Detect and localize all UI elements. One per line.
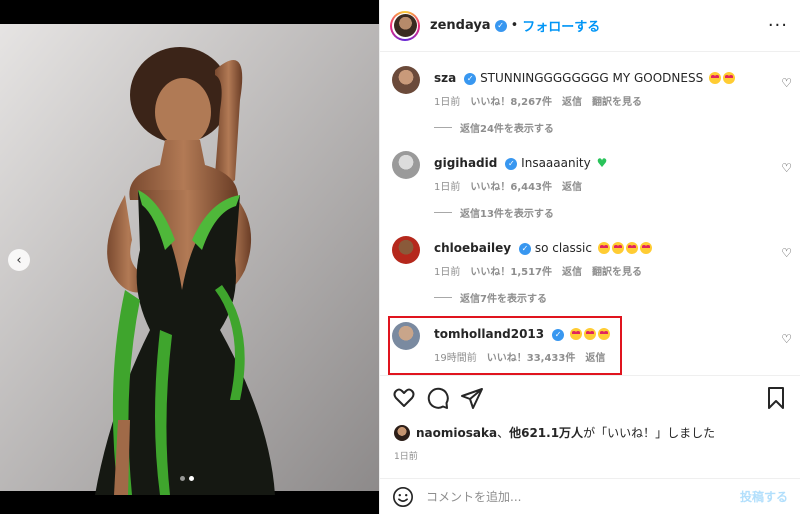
author-username[interactable]: zendaya xyxy=(430,18,491,33)
reply-button[interactable]: 返信 xyxy=(562,93,582,108)
commenter-avatar[interactable] xyxy=(392,322,420,350)
comment-username[interactable]: sza xyxy=(434,71,456,85)
comments-list: sza ✓ STUNNINGGGGGGGG MY GOODNESS 1日前 いいね… xyxy=(380,52,800,375)
comment-username[interactable]: tomholland2013 xyxy=(434,327,544,341)
heart-eyes-emoji-icon xyxy=(597,242,610,254)
heart-eyes-emoji-icon xyxy=(709,72,722,84)
share-send-icon[interactable] xyxy=(460,386,484,410)
post-header: zendaya ✓ • フォローする ··· xyxy=(380,0,800,52)
comment-item: tomholland2013 ✓ 19時間前 いいね！33,433件 返信 ♡ xyxy=(392,322,792,364)
verified-badge-icon: ✓ xyxy=(464,72,477,85)
post-actions-bar xyxy=(380,375,800,419)
comment-likes[interactable]: いいね！33,433件 xyxy=(487,349,576,364)
view-replies-button[interactable]: 返信13件を表示する xyxy=(434,205,554,220)
reply-button[interactable]: 返信 xyxy=(585,349,605,364)
commenter-avatar[interactable] xyxy=(392,236,420,264)
avatar-image xyxy=(393,14,417,37)
comment-like-icon[interactable]: ♡ xyxy=(781,332,792,346)
view-replies-label: 返信7件を表示する xyxy=(460,294,547,305)
comment-text: STUNNINGGGGGGGG MY GOODNESS xyxy=(480,71,704,85)
comment-time[interactable]: 1日前 xyxy=(434,178,460,193)
comment-time[interactable]: 19時間前 xyxy=(434,349,477,364)
comment-item: gigihadid ✓ Insaaaanity ♥ 1日前 いいね！6,443件 … xyxy=(392,151,792,193)
comment-likes[interactable]: いいね！8,267件 xyxy=(470,93,552,108)
comment-meta: 1日前 いいね！1,517件 返信 翻訳を見る xyxy=(434,263,766,278)
comment-likes[interactable]: いいね！6,443件 xyxy=(470,178,552,193)
comment-username[interactable]: chloebailey xyxy=(434,241,511,255)
divider xyxy=(434,212,452,213)
comment-username[interactable]: gigihadid xyxy=(434,156,497,170)
heart-eyes-emoji-icon xyxy=(639,242,652,254)
liker-username[interactable]: naomiosaka xyxy=(416,426,497,440)
carousel-dot-active xyxy=(189,476,194,481)
post-comment-button[interactable]: 投稿する xyxy=(740,488,788,505)
verified-badge-icon: ✓ xyxy=(505,157,518,170)
comment-like-icon[interactable]: ♡ xyxy=(781,246,792,260)
author-avatar[interactable] xyxy=(390,10,420,41)
post-timestamp[interactable]: 1日前 xyxy=(394,449,418,462)
view-replies-label: 返信24件を表示する xyxy=(460,124,554,135)
chevron-left-icon: ‹ xyxy=(16,252,22,268)
translate-button[interactable]: 翻訳を見る xyxy=(592,263,642,278)
likes-separator: 、 xyxy=(497,426,510,440)
comment-time[interactable]: 1日前 xyxy=(434,263,460,278)
likes-summary: naomiosaka 、 他621.1万人 が「いいね！」しました xyxy=(394,424,790,441)
comment-item: chloebailey ✓ so classic 1日前 いいね！1,517件 返… xyxy=(392,236,792,278)
post-photo: ‹ xyxy=(0,0,379,514)
heart-eyes-emoji-icon xyxy=(625,242,638,254)
follow-button[interactable]: フォローする xyxy=(522,16,600,35)
post-side-panel: zendaya ✓ • フォローする ··· sza ✓ STUNNINGGGGG… xyxy=(379,0,800,514)
comment-item: sza ✓ STUNNINGGGGGGGG MY GOODNESS 1日前 いいね… xyxy=(392,66,792,108)
divider xyxy=(434,297,452,298)
comment-like-icon[interactable]: ♡ xyxy=(781,76,792,90)
commenter-avatar[interactable] xyxy=(392,66,420,94)
comment-like-icon[interactable]: ♡ xyxy=(781,161,792,175)
carousel-prev-button[interactable]: ‹ xyxy=(8,249,30,271)
liker-avatar xyxy=(394,424,410,441)
comment-likes[interactable]: いいね！1,517件 xyxy=(470,263,552,278)
emoji-picker-icon[interactable] xyxy=(392,486,414,508)
divider xyxy=(434,127,452,128)
carousel-dot xyxy=(180,476,185,481)
comment-meta: 1日前 いいね！6,443件 返信 xyxy=(434,178,766,193)
comment-text: so classic xyxy=(534,241,592,255)
more-options-icon[interactable]: ··· xyxy=(768,15,788,36)
green-heart-emoji-icon: ♥ xyxy=(596,156,608,170)
likes-suffix: が「いいね！」しました xyxy=(583,426,716,440)
comment-input[interactable] xyxy=(426,489,740,504)
heart-eyes-emoji-icon xyxy=(583,328,596,340)
carousel-dots xyxy=(180,476,194,481)
comment-text: Insaaaanity xyxy=(521,156,591,170)
view-replies-button[interactable]: 返信7件を表示する xyxy=(434,290,547,305)
like-heart-icon[interactable] xyxy=(392,386,416,410)
heart-eyes-emoji-icon xyxy=(723,72,736,84)
comment-icon[interactable] xyxy=(426,386,450,410)
heart-eyes-emoji-icon xyxy=(569,328,582,340)
add-comment-bar: 投稿する xyxy=(380,478,800,514)
comment-meta: 1日前 いいね！8,267件 返信 翻訳を見る xyxy=(434,93,766,108)
view-replies-label: 返信13件を表示する xyxy=(460,209,554,220)
translate-button[interactable]: 翻訳を見る xyxy=(592,93,642,108)
bookmark-icon[interactable] xyxy=(764,386,788,410)
view-replies-button[interactable]: 返信24件を表示する xyxy=(434,120,554,135)
verified-badge-icon: ✓ xyxy=(494,19,507,32)
heart-eyes-emoji-icon xyxy=(611,242,624,254)
commenter-avatar[interactable] xyxy=(392,151,420,179)
reply-button[interactable]: 返信 xyxy=(562,263,582,278)
verified-badge-icon: ✓ xyxy=(519,242,532,255)
likes-count[interactable]: 他621.1万人 xyxy=(509,424,583,441)
heart-eyes-emoji-icon xyxy=(597,328,610,340)
dress-photo-illustration xyxy=(0,0,379,514)
verified-badge-icon: ✓ xyxy=(552,328,565,341)
header-separator: • xyxy=(510,18,519,33)
reply-button[interactable]: 返信 xyxy=(562,178,582,193)
post-modal: ‹ zendaya ✓ • フォローする ··· sza ✓ STUNNINGG… xyxy=(0,0,800,514)
comment-meta: 19時間前 いいね！33,433件 返信 xyxy=(434,349,766,364)
comment-time[interactable]: 1日前 xyxy=(434,93,460,108)
